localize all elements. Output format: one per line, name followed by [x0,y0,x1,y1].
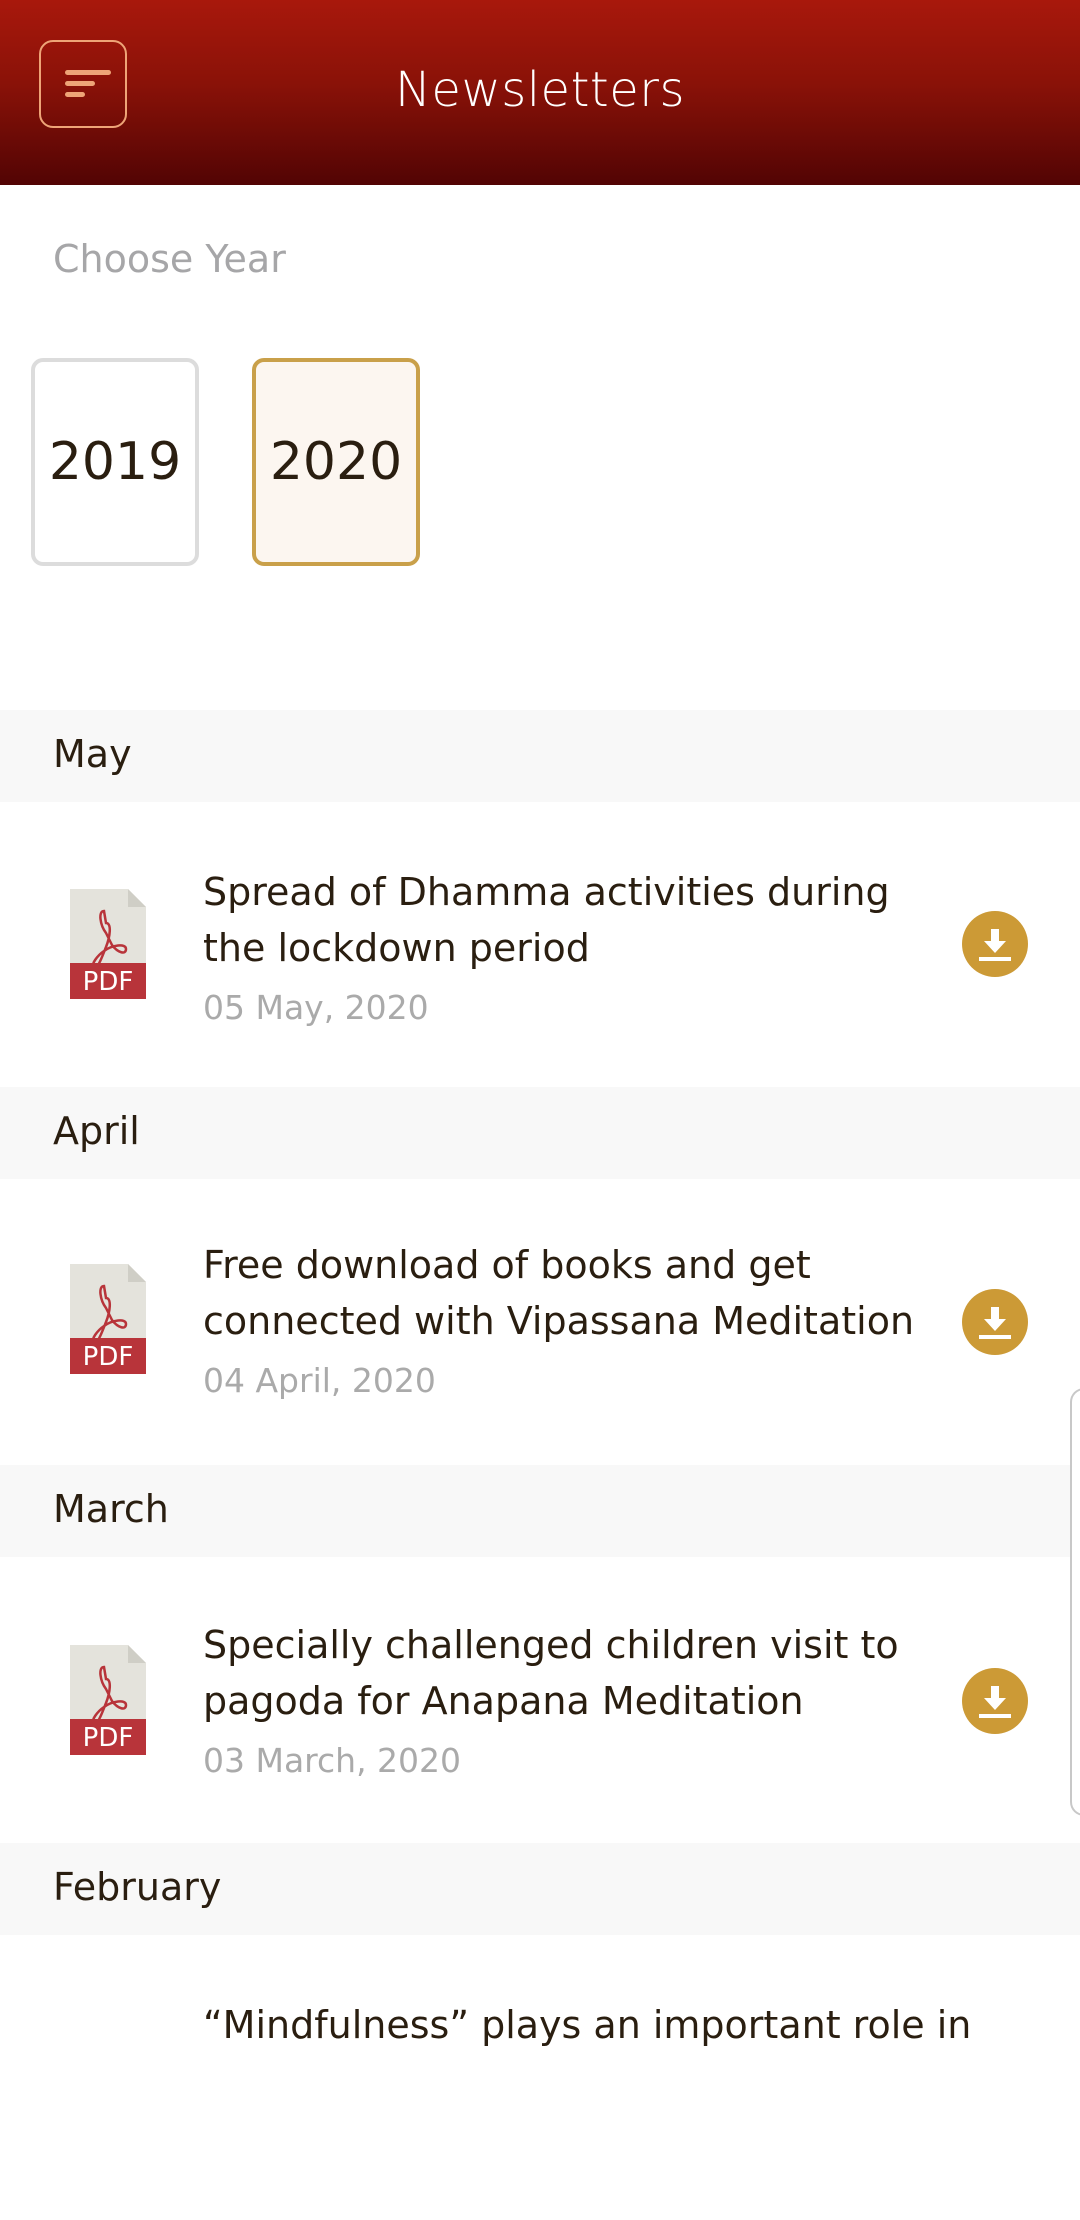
download-icon [979,1686,1011,1718]
page-title: Newsletters [395,62,685,118]
newsletter-row[interactable]: PDF Specially challenged children visit … [0,1557,1080,1842]
month-label: February [53,1865,222,1909]
newsletter-row[interactable]: PDF Spread of Dhamma activities during t… [0,802,1080,1087]
month-label: March [53,1487,169,1531]
svg-text:PDF: PDF [83,967,134,997]
newsletter-date: 05 May, 2020 [203,988,429,1027]
month-header-february: February [0,1843,1080,1935]
svg-text:PDF: PDF [83,1723,134,1753]
app-header: Newsletters [0,0,1080,185]
download-icon [979,929,1011,961]
newsletter-row[interactable]: “Mindfulness” plays an important role in [0,1935,1080,2220]
year-option-2019[interactable]: 2019 [31,358,199,566]
month-label: April [53,1109,140,1153]
newsletter-title: Free download of books and get connected… [203,1243,915,1343]
svg-text:PDF: PDF [83,1342,134,1372]
month-header-march: March [0,1465,1080,1557]
pdf-file-icon: PDF [70,1645,146,1755]
edge-panel-handle[interactable] [1070,1388,1080,1816]
download-button[interactable] [962,1289,1028,1355]
month-header-april: April [0,1087,1080,1179]
month-header-may: May [0,710,1080,802]
newsletter-title: Specially challenged children visit to p… [203,1623,899,1723]
newsletter-date: 03 March, 2020 [203,1741,462,1780]
year-option-2020[interactable]: 2020 [252,358,420,566]
download-button[interactable] [962,911,1028,977]
newsletter-row[interactable]: PDF Free download of books and get conne… [0,1179,1080,1464]
newsletter-date: 04 April, 2020 [203,1361,436,1400]
newsletter-title: “Mindfulness” plays an important role in [203,2003,972,2047]
download-icon [979,1307,1011,1339]
pdf-file-icon: PDF [70,889,146,999]
newsletter-title: Spread of Dhamma activities during the l… [203,870,890,970]
choose-year-label: Choose Year [53,237,286,281]
download-button[interactable] [962,1668,1028,1734]
pdf-file-icon: PDF [70,1264,146,1374]
month-label: May [53,732,132,776]
